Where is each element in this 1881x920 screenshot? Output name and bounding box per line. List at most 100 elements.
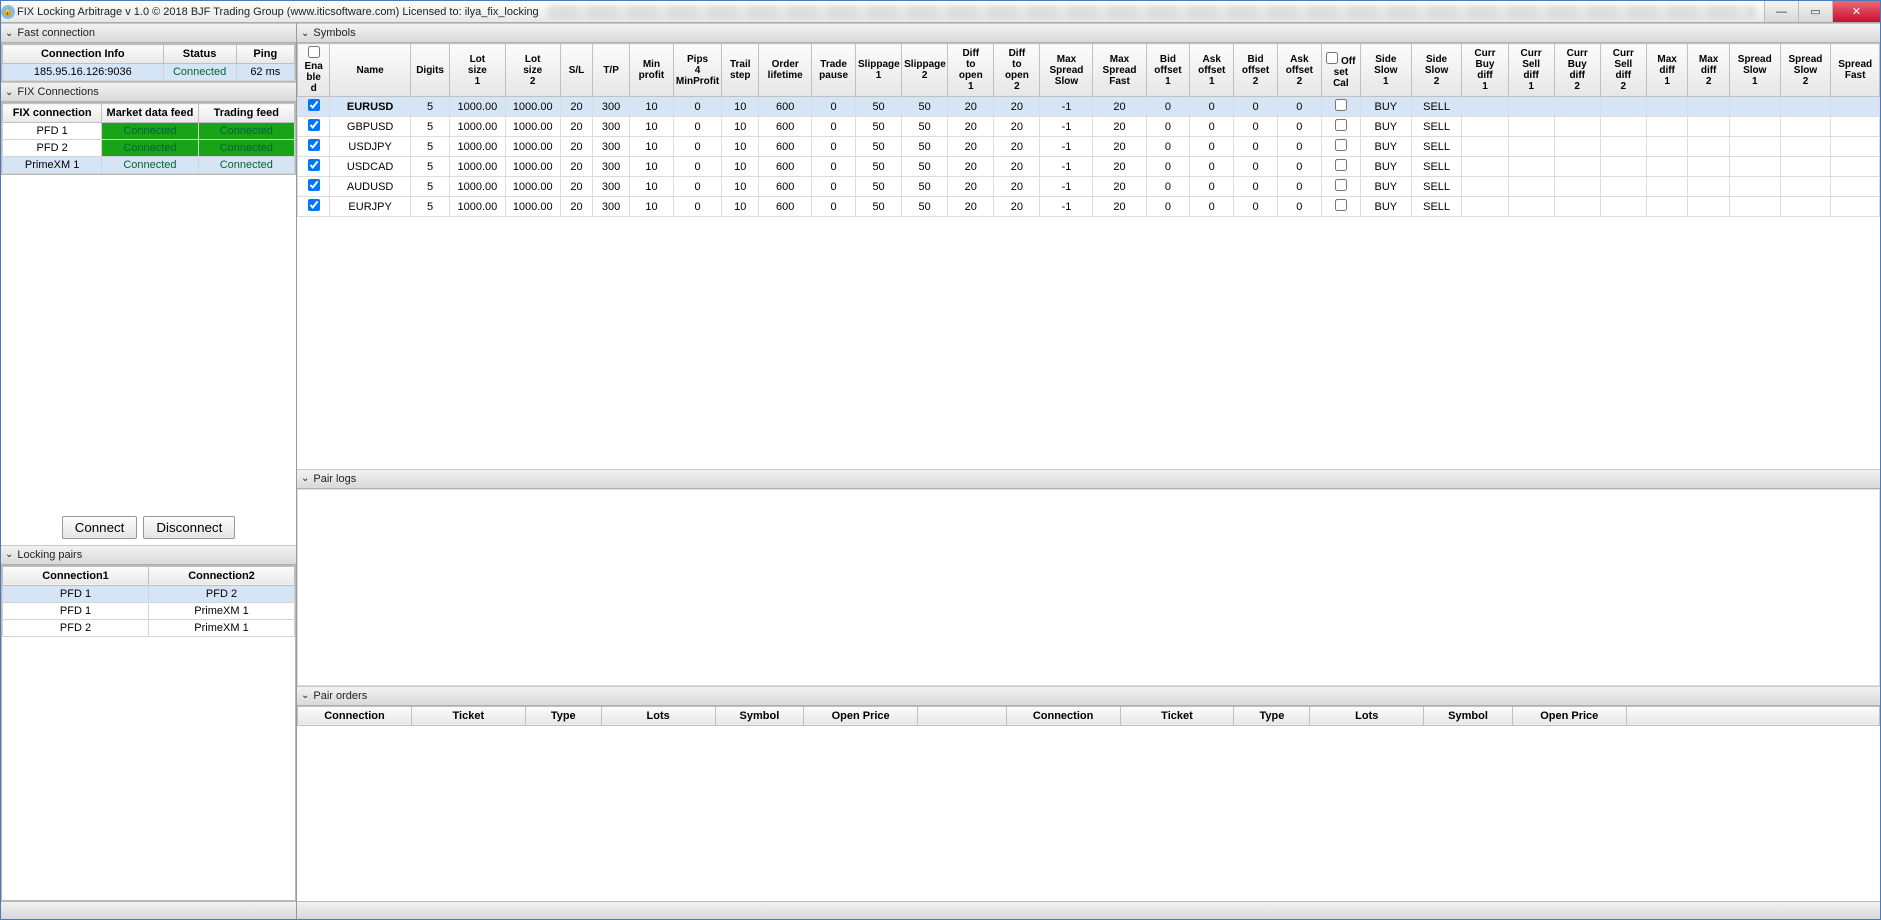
header-checkbox[interactable] bbox=[308, 46, 320, 58]
col-connection2[interactable]: Connection2 bbox=[149, 566, 295, 585]
pair-orders-col-header[interactable] bbox=[918, 706, 1007, 725]
pair-orders-col-header[interactable]: Type bbox=[525, 706, 601, 725]
symbols-col-header[interactable]: SideSlow1 bbox=[1360, 44, 1411, 97]
connect-button[interactable]: Connect bbox=[62, 516, 138, 539]
symbols-col-header[interactable]: Lotsize2 bbox=[505, 44, 560, 97]
col-market-feed[interactable]: Market data feed bbox=[102, 104, 198, 123]
symbols-col-header[interactable]: Tradepause bbox=[812, 44, 856, 97]
pair-orders-col-header[interactable]: Ticket bbox=[1120, 706, 1234, 725]
offsetcal-checkbox[interactable] bbox=[1335, 139, 1347, 151]
col-trading-feed[interactable]: Trading feed bbox=[198, 104, 294, 123]
pair-orders-col-header[interactable]: Open Price bbox=[804, 706, 918, 725]
symbol-row[interactable]: EURUSD51000.001000.002030010010600050502… bbox=[298, 97, 1880, 117]
symbols-col-header[interactable]: Bidoffset1 bbox=[1146, 44, 1190, 97]
col-status[interactable]: Status bbox=[163, 45, 236, 64]
disconnect-button[interactable]: Disconnect bbox=[143, 516, 235, 539]
symbols-col-header[interactable]: OffsetCal bbox=[1321, 44, 1360, 97]
symbols-col-header[interactable]: SideSlow2 bbox=[1411, 44, 1462, 97]
fix-connection-row[interactable]: PFD 2 Connected Connected bbox=[3, 140, 295, 157]
pair-orders-col-header[interactable]: Connection bbox=[1006, 706, 1120, 725]
offsetcal-checkbox[interactable] bbox=[1335, 99, 1347, 111]
symbols-col-header[interactable]: Difftoopen1 bbox=[948, 44, 994, 97]
symbols-col-header[interactable]: Name bbox=[330, 44, 411, 97]
locking-pair-row[interactable]: PFD 1PFD 2 bbox=[3, 585, 295, 602]
col-connection-info[interactable]: Connection Info bbox=[3, 45, 164, 64]
close-button[interactable]: ✕ bbox=[1832, 1, 1880, 22]
enabled-checkbox[interactable] bbox=[308, 199, 320, 211]
symbols-col-header[interactable]: Minprofit bbox=[630, 44, 674, 97]
symbol-row[interactable]: EURJPY51000.001000.002030010010600050502… bbox=[298, 197, 1880, 217]
col-ping[interactable]: Ping bbox=[236, 45, 294, 64]
fix-connection-row[interactable]: PrimeXM 1 Connected Connected bbox=[3, 157, 295, 174]
symbol-cell: 50 bbox=[902, 177, 948, 197]
pair-orders-col-header[interactable]: Type bbox=[1234, 706, 1310, 725]
locking-pair-row[interactable]: PFD 1PrimeXM 1 bbox=[3, 602, 295, 619]
symbols-col-header[interactable]: Askoffset2 bbox=[1277, 44, 1321, 97]
symbols-col-header[interactable]: CurrSelldiff2 bbox=[1600, 44, 1646, 97]
maximize-button[interactable]: ▭ bbox=[1798, 1, 1832, 22]
symbol-row[interactable]: GBPUSD51000.001000.002030010010600050502… bbox=[298, 117, 1880, 137]
header-checkbox[interactable] bbox=[1326, 52, 1338, 64]
symbols-col-header[interactable]: MaxSpreadSlow bbox=[1040, 44, 1093, 97]
symbols-grid[interactable]: EnabledNameDigitsLotsize1Lotsize2S/LT/PM… bbox=[297, 43, 1880, 469]
enabled-checkbox[interactable] bbox=[308, 119, 320, 131]
symbol-row[interactable]: USDJPY51000.001000.002030010010600050502… bbox=[298, 137, 1880, 157]
pair-orders-col-header[interactable]: Open Price bbox=[1512, 706, 1626, 725]
symbols-col-header[interactable]: CurrBuydiff2 bbox=[1554, 44, 1600, 97]
symbols-col-header[interactable]: Maxdiff2 bbox=[1688, 44, 1730, 97]
locking-pair-row[interactable]: PFD 2PrimeXM 1 bbox=[3, 619, 295, 636]
pair-orders-col-header[interactable]: Symbol bbox=[1424, 706, 1513, 725]
pair-logs-header[interactable]: ⌄ Pair logs bbox=[297, 469, 1880, 489]
symbols-header[interactable]: ⌄ Symbols bbox=[297, 23, 1880, 43]
col-connection1[interactable]: Connection1 bbox=[3, 566, 149, 585]
enabled-checkbox[interactable] bbox=[308, 179, 320, 191]
symbols-col-header[interactable]: Bidoffset2 bbox=[1234, 44, 1278, 97]
symbols-col-header[interactable]: SpreadSlow2 bbox=[1780, 44, 1831, 97]
symbols-col-header[interactable]: Maxdiff1 bbox=[1646, 44, 1688, 97]
symbols-col-header[interactable]: MaxSpreadFast bbox=[1093, 44, 1146, 97]
offsetcal-checkbox[interactable] bbox=[1335, 159, 1347, 171]
symbols-col-header[interactable]: Orderlifetime bbox=[759, 44, 812, 97]
pair-orders-header[interactable]: ⌄ Pair orders bbox=[297, 686, 1880, 706]
titlebar[interactable]: 🔒 FIX Locking Arbitrage v 1.0 © 2018 BJF… bbox=[1, 1, 1880, 23]
pair-logs-area bbox=[297, 489, 1880, 686]
symbols-col-header[interactable]: CurrSelldiff1 bbox=[1508, 44, 1554, 97]
pair-orders-col-header[interactable]: Ticket bbox=[411, 706, 525, 725]
enabled-checkbox[interactable] bbox=[308, 139, 320, 151]
pair-orders-col-header[interactable]: Connection bbox=[298, 706, 412, 725]
fast-connection-header[interactable]: ⌄ Fast connection bbox=[1, 23, 296, 43]
symbols-col-header[interactable]: T/P bbox=[593, 44, 630, 97]
symbols-col-header[interactable]: Slippage2 bbox=[902, 44, 948, 97]
enabled-checkbox[interactable] bbox=[308, 99, 320, 111]
offsetcal-checkbox[interactable] bbox=[1335, 179, 1347, 191]
symbol-cell: BUY bbox=[1360, 117, 1411, 137]
locking-pairs-header[interactable]: ⌄ Locking pairs bbox=[1, 545, 296, 565]
pair-orders-col-header[interactable]: Lots bbox=[601, 706, 715, 725]
pair-orders-col-header[interactable]: Symbol bbox=[715, 706, 804, 725]
symbols-col-header[interactable]: Enabled bbox=[298, 44, 330, 97]
symbols-col-header[interactable]: SpreadSlow1 bbox=[1729, 44, 1780, 97]
symbols-col-header[interactable]: CurrBuydiff1 bbox=[1462, 44, 1508, 97]
symbol-row[interactable]: AUDUSD51000.001000.002030010010600050502… bbox=[298, 177, 1880, 197]
symbols-col-header[interactable]: SpreadFast bbox=[1831, 44, 1880, 97]
symbols-col-header[interactable]: Trailstep bbox=[722, 44, 759, 97]
chevron-down-icon: ⌄ bbox=[5, 28, 13, 39]
col-fix-connection[interactable]: FIX connection bbox=[3, 104, 102, 123]
symbols-col-header[interactable]: Lotsize1 bbox=[450, 44, 505, 97]
symbols-col-header[interactable]: Slippage1 bbox=[856, 44, 902, 97]
fix-connection-row[interactable]: PFD 1 Connected Connected bbox=[3, 123, 295, 140]
symbols-col-header[interactable]: Difftoopen2 bbox=[994, 44, 1040, 97]
enabled-checkbox[interactable] bbox=[308, 159, 320, 171]
offsetcal-checkbox[interactable] bbox=[1335, 119, 1347, 131]
symbol-row[interactable]: USDCAD51000.001000.002030010010600050502… bbox=[298, 157, 1880, 177]
symbols-col-header[interactable]: Digits bbox=[410, 44, 449, 97]
pair-orders-col-header[interactable] bbox=[1626, 706, 1879, 725]
connection-info-row[interactable]: 185.95.16.126:9036 Connected 62 ms bbox=[3, 64, 295, 81]
offsetcal-checkbox[interactable] bbox=[1335, 199, 1347, 211]
symbols-col-header[interactable]: Pips4MinProfit bbox=[673, 44, 721, 97]
minimize-button[interactable]: — bbox=[1764, 1, 1798, 22]
symbols-col-header[interactable]: S/L bbox=[560, 44, 592, 97]
pair-orders-col-header[interactable]: Lots bbox=[1310, 706, 1424, 725]
fix-connections-header[interactable]: ⌄ FIX Connections bbox=[1, 82, 296, 102]
symbols-col-header[interactable]: Askoffset1 bbox=[1190, 44, 1234, 97]
